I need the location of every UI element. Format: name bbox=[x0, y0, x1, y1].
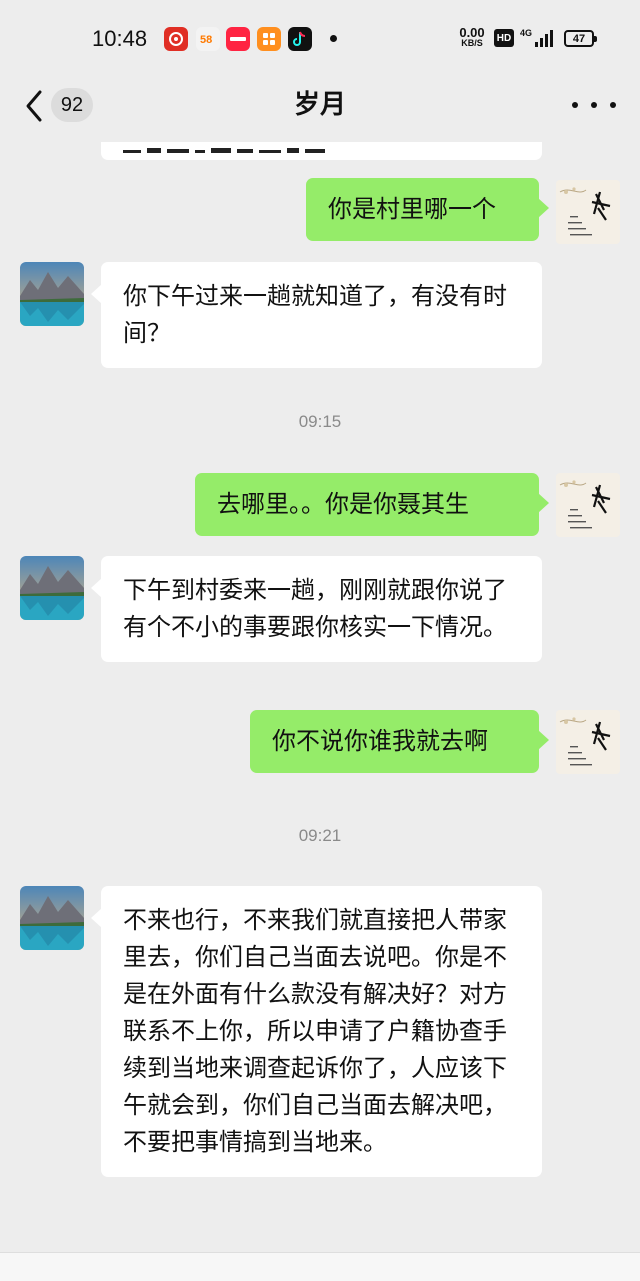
message-bubble-outgoing[interactable]: 你不说你谁我就去啊 bbox=[250, 710, 549, 773]
more-dot-icon bbox=[591, 102, 597, 108]
chat-header: 92 岁月 bbox=[0, 80, 640, 142]
battery-level: 47 bbox=[572, 32, 586, 45]
battery-icon: 47 bbox=[564, 30, 597, 47]
xiaohongshu-icon bbox=[226, 27, 250, 51]
more-dot-icon bbox=[610, 102, 616, 108]
message-bubble-incoming[interactable]: 你下午过来一趟就知道了，有没有时间？ bbox=[91, 262, 542, 368]
hd-badge: HD bbox=[494, 29, 514, 47]
status-time: 10:48 bbox=[92, 26, 148, 51]
58-icon: 58 bbox=[196, 27, 220, 51]
my-avatar[interactable] bbox=[556, 473, 620, 537]
contact-avatar[interactable] bbox=[20, 262, 84, 326]
chevron-left-icon bbox=[26, 90, 42, 122]
meituan-icon bbox=[257, 27, 281, 51]
notification-dot-icon bbox=[330, 35, 337, 42]
calligraphy-avatar-icon bbox=[556, 710, 620, 774]
message-timestamp: 09:15 bbox=[298, 412, 342, 431]
signal-icon: 4G bbox=[520, 27, 556, 49]
message-bubble-outgoing[interactable]: 你是村里哪一个 bbox=[306, 178, 549, 241]
network-speed: 0.00 KB/S bbox=[455, 25, 489, 49]
svg-text:58: 58 bbox=[200, 34, 212, 46]
message-bubble-outgoing[interactable]: 去哪里。。你是你聂其生 bbox=[195, 473, 549, 536]
unread-count-badge[interactable]: 92 bbox=[51, 88, 93, 122]
douyin-icon bbox=[288, 27, 312, 51]
input-bar-edge bbox=[0, 1252, 640, 1281]
my-avatar[interactable] bbox=[556, 710, 620, 774]
more-dot-icon bbox=[572, 102, 578, 108]
contact-avatar[interactable] bbox=[20, 556, 84, 620]
landscape-avatar-icon bbox=[20, 262, 84, 326]
chat-title: 岁月 bbox=[293, 90, 346, 120]
network-speed-value: 0.00 bbox=[459, 25, 485, 40]
calligraphy-avatar-icon bbox=[556, 180, 620, 244]
my-avatar[interactable] bbox=[556, 180, 620, 244]
message-bubble-incoming[interactable]: 下午到村委来一趟，刚刚就跟你说了有个不小的事要跟你核实一下情况。 bbox=[91, 556, 542, 662]
more-options-button[interactable] bbox=[572, 88, 616, 122]
message-timestamp: 09:21 bbox=[298, 826, 342, 845]
back-button[interactable] bbox=[20, 86, 50, 126]
message-list[interactable]: 你是村里哪一个 你下午过来一趟就知道了，有没有时间？ 09:15 去哪里。。你是… bbox=[0, 142, 640, 1280]
signal-type-label: 4G bbox=[520, 28, 532, 38]
message-bubble-incoming-partial[interactable] bbox=[101, 142, 542, 160]
landscape-avatar-icon bbox=[20, 556, 84, 620]
message-bubble-incoming[interactable]: 不来也行，不来我们就直接把人带家里去，你们自己当面去说吧。你是不是在外面有什么款… bbox=[91, 886, 542, 1177]
landscape-avatar-icon bbox=[20, 886, 84, 950]
status-bar: 10:48 58 0.00 KB/S HD 4G 47 bbox=[0, 0, 640, 80]
pinduoduo-icon bbox=[164, 27, 188, 51]
calligraphy-avatar-icon bbox=[556, 473, 620, 537]
contact-avatar[interactable] bbox=[20, 886, 84, 950]
